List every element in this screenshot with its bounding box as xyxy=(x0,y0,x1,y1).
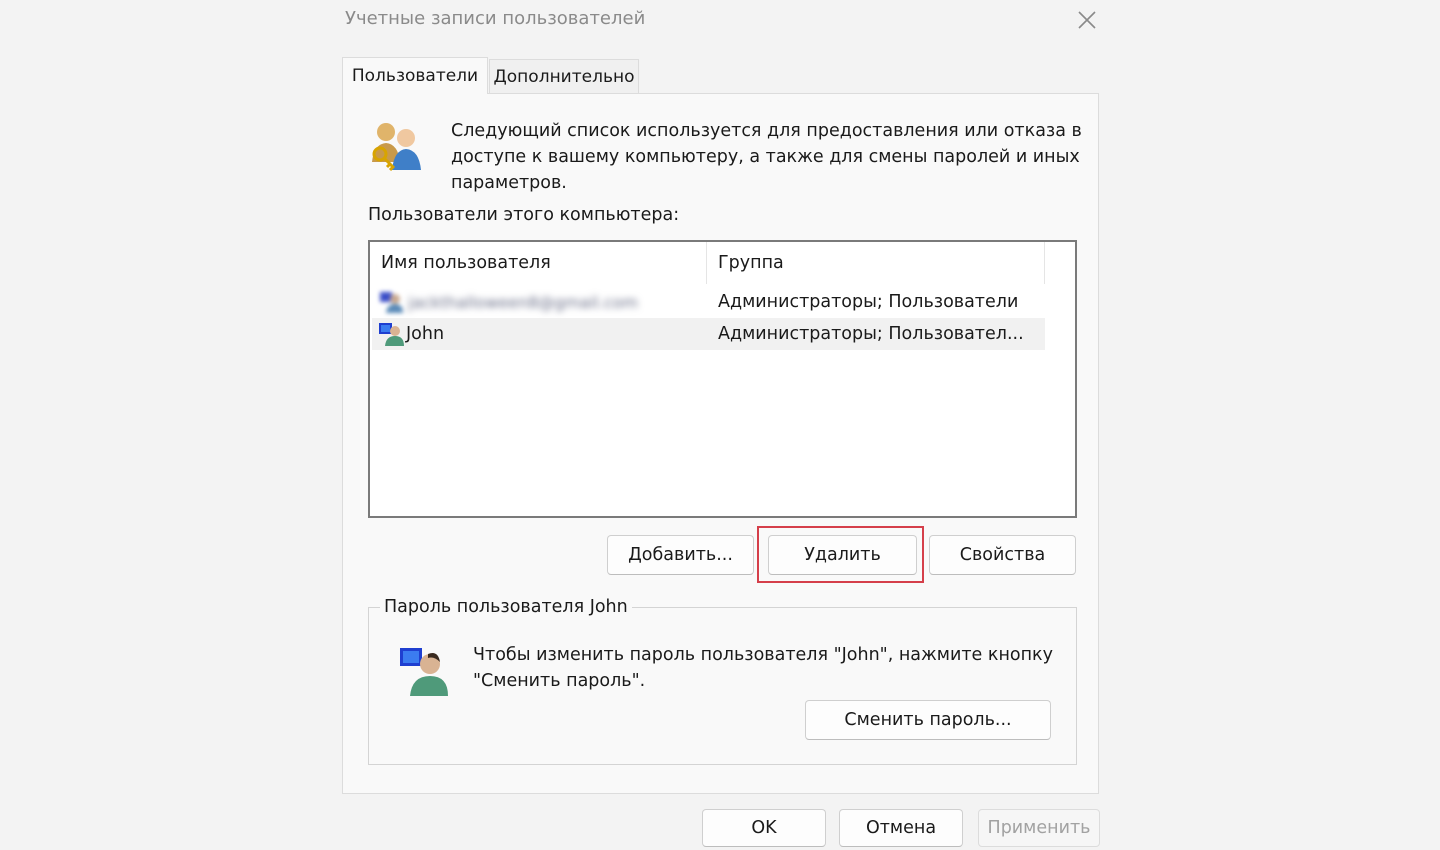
password-groupbox-label: Пароль пользователя John xyxy=(380,597,632,617)
column-header-username[interactable]: Имя пользователя xyxy=(370,242,707,284)
add-user-button[interactable]: Добавить... xyxy=(607,535,754,575)
close-icon xyxy=(1078,11,1096,29)
close-button[interactable] xyxy=(1073,6,1101,34)
users-list[interactable]: Имя пользователя Группа jackthalloween8@… xyxy=(368,240,1077,518)
user-name-label: John xyxy=(406,324,445,344)
user-group-cell: Администраторы; Пользователи xyxy=(718,292,1019,312)
intro-description: Следующий список используется для предос… xyxy=(451,121,1082,193)
apply-button[interactable]: Применить xyxy=(978,809,1100,847)
user-group-cell: Администраторы; Пользовател... xyxy=(718,324,1024,344)
cancel-button[interactable]: Отмена xyxy=(839,809,963,847)
user-accounts-dialog: Учетные записи пользователей Пользовател… xyxy=(340,0,1102,850)
table-row-selected[interactable]: John Администраторы; Пользовател... xyxy=(372,318,1045,350)
window-title: Учетные записи пользователей xyxy=(345,8,646,29)
password-instruction: Чтобы изменить пароль пользователя "John… xyxy=(473,645,1053,691)
change-password-button[interactable]: Сменить пароль... xyxy=(805,700,1051,740)
tab-advanced[interactable]: Дополнительно xyxy=(489,59,639,94)
user-name-cell: John xyxy=(372,321,709,347)
table-row[interactable]: jackthalloween8@gmail.com Администраторы… xyxy=(372,286,1045,318)
tab-users[interactable]: Пользователи xyxy=(342,57,488,94)
list-header: Имя пользователя Группа xyxy=(370,242,1045,284)
users-list-label: Пользователи этого компьютера: xyxy=(368,205,680,225)
properties-button[interactable]: Свойства xyxy=(929,535,1076,575)
ok-button[interactable]: OK xyxy=(702,809,826,847)
remove-user-button[interactable]: Удалить xyxy=(768,535,917,575)
user-name-cell: jackthalloween8@gmail.com xyxy=(372,289,709,315)
users-key-icon xyxy=(372,123,421,172)
users-tab-panel: Следующий список используется для предос… xyxy=(342,93,1099,794)
user-computer-icon xyxy=(400,648,448,696)
column-header-group[interactable]: Группа xyxy=(707,242,1045,284)
user-icon xyxy=(380,292,403,313)
user-icon xyxy=(379,323,404,346)
user-name-blurred: jackthalloween8@gmail.com xyxy=(408,292,638,312)
